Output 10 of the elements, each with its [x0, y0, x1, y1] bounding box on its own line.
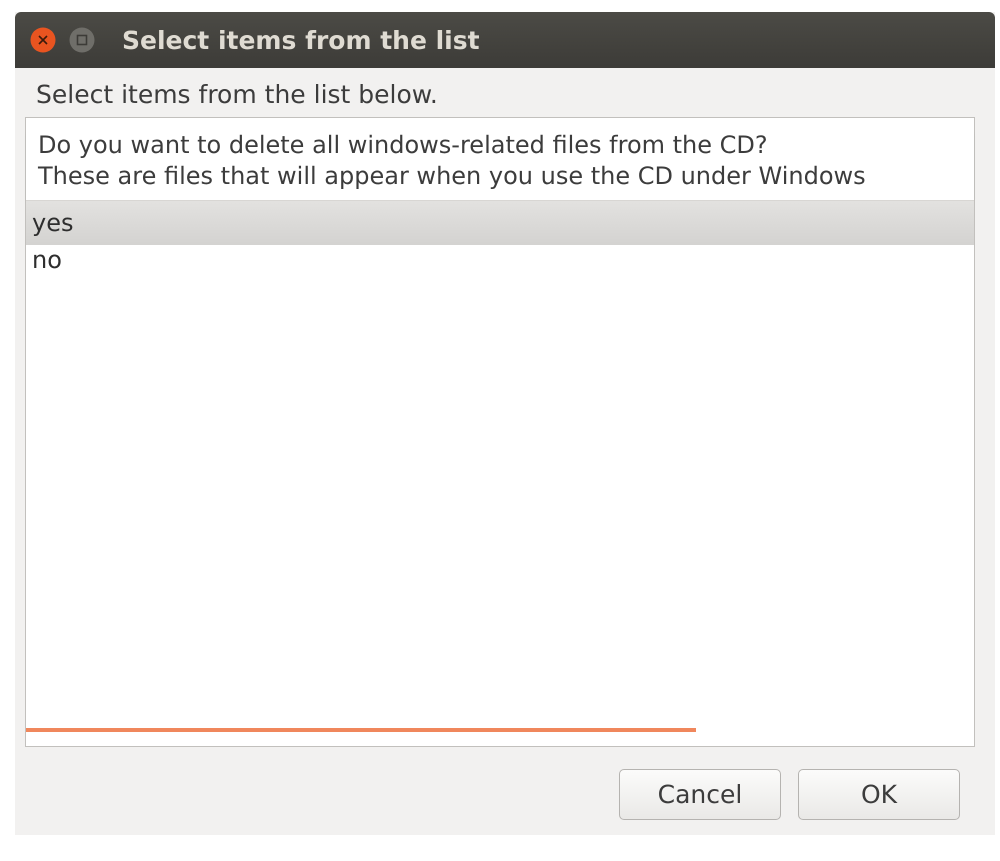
- prompt-text: Select items from the list below.: [36, 80, 438, 109]
- list-row[interactable]: no: [26, 245, 974, 282]
- maximize-icon[interactable]: [69, 27, 95, 53]
- column-header[interactable]: Do you want to delete all windows-related files from the CD? These are files that will appear when you use the CD under Windows: [26, 128, 974, 202]
- close-icon[interactable]: [30, 27, 56, 53]
- ok-button[interactable]: OK: [798, 769, 960, 820]
- list-row[interactable]: yes: [26, 201, 974, 246]
- scrollbar-indicator[interactable]: [26, 728, 696, 732]
- cancel-button[interactable]: Cancel: [619, 769, 781, 820]
- window-title: Select items from the list: [122, 26, 480, 54]
